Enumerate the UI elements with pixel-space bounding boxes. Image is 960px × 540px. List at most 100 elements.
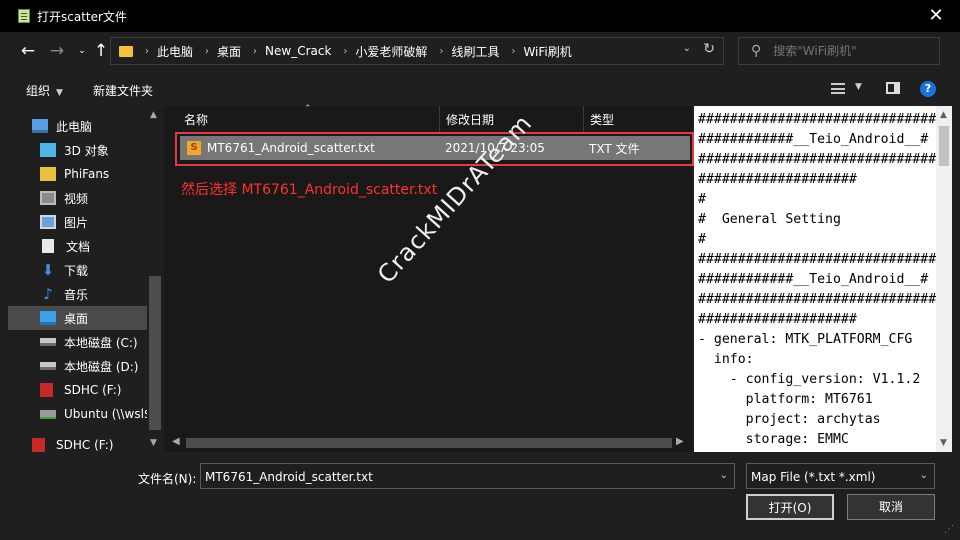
filename-field[interactable]: MT6761_Android_scatter.txt ⌄	[200, 463, 735, 489]
pictures-icon	[40, 215, 56, 229]
sidebar-item-music[interactable]: ♪ 音乐	[8, 282, 148, 306]
scroll-down-icon[interactable]: ▼	[150, 438, 157, 448]
address-bar[interactable]: › 此电脑 › 桌面 › New_Crack › 小爱老师破解 › 线刷工具 ›…	[110, 37, 724, 65]
organize-button[interactable]: 组织 ▼	[26, 82, 63, 99]
sidebar-item-label: 下载	[64, 263, 89, 278]
caret-down-icon[interactable]: ▼	[855, 82, 862, 92]
chevron-right-icon[interactable]: ›	[511, 46, 515, 57]
file-type-value: Map File (*.txt *.xml)	[751, 470, 876, 484]
column-header-name[interactable]: 名称	[164, 106, 440, 132]
download-icon: ⬇	[41, 261, 55, 279]
organize-label: 组织	[26, 84, 51, 98]
resize-grip-icon[interactable]: ⋰	[944, 524, 954, 535]
scroll-right-icon[interactable]: ▶	[676, 436, 684, 447]
view-options-icon[interactable]	[831, 83, 845, 94]
scroll-up-icon[interactable]: ▲	[150, 110, 157, 120]
sidebar-item-label: 视频	[64, 191, 89, 206]
sidebar-item-label: Ubuntu (\\wsl$)	[64, 407, 157, 421]
breadcrumb-item[interactable]: 桌面	[217, 43, 241, 60]
music-icon: ♪	[43, 285, 53, 303]
preview-pane-icon[interactable]	[886, 82, 900, 94]
breadcrumb-item[interactable]: 线刷工具	[451, 43, 499, 60]
horizontal-scrollbar[interactable]: ◀ ▶	[164, 434, 692, 452]
search-input[interactable]	[773, 44, 924, 58]
scrollbar-thumb[interactable]	[939, 126, 949, 166]
sidebar-item-label: 桌面	[64, 311, 89, 326]
chevron-down-icon[interactable]: ⌄	[683, 43, 691, 54]
new-folder-button[interactable]: 新建文件夹	[93, 82, 153, 99]
back-icon[interactable]: ←	[16, 39, 40, 63]
app-icon	[18, 9, 30, 23]
sidebar-item-label: 3D 对象	[64, 143, 109, 158]
file-list: ⌃ 名称 修改日期 类型 S MT6761_Android_scatter.tx…	[164, 104, 694, 452]
scroll-up-icon[interactable]: ▲	[940, 110, 947, 120]
refresh-icon[interactable]: ↻	[703, 41, 715, 57]
navigation-bar: ← → ⌄ ↑ › 此电脑 › 桌面 › New_Crack › 小爱老师破解 …	[0, 32, 960, 70]
scroll-down-icon[interactable]: ▼	[940, 438, 947, 448]
scroll-left-icon[interactable]: ◀	[172, 436, 180, 447]
preview-line: #	[698, 232, 706, 247]
sidebar-item-ubuntu[interactable]: Ubuntu (\\wsl$)	[8, 402, 156, 426]
preview-line: ############__Teio_Android__#	[698, 132, 929, 147]
window-edge	[952, 106, 960, 452]
sidebar-item-label: PhiFans	[64, 167, 110, 181]
preview-line: - config_version: V1.1.2	[698, 372, 921, 387]
breadcrumb-item[interactable]: New_Crack	[265, 44, 331, 58]
scrollbar-thumb[interactable]	[186, 438, 672, 448]
sidebar-item-phifans[interactable]: PhiFans	[8, 162, 148, 186]
help-icon[interactable]: ?	[920, 81, 936, 97]
preview-line: ##############################	[698, 112, 937, 127]
highlight-box	[175, 132, 694, 166]
phifans-icon	[40, 167, 56, 181]
desktop-icon	[40, 311, 56, 325]
folder-icon	[119, 45, 133, 57]
navigation-pane: 此电脑 3D 对象 PhiFans 视频 图片 文档 ⬇ 下载 ♪ 音乐 桌面 本地…	[8, 106, 164, 452]
filename-value: MT6761_Android_scatter.txt	[205, 470, 373, 484]
preview-scrollbar[interactable]: ▲ ▼	[936, 106, 952, 452]
cancel-button[interactable]: 取消	[847, 494, 935, 520]
search-box[interactable]: ⚲	[738, 37, 940, 65]
chevron-down-icon[interactable]: ⌄	[720, 470, 728, 481]
preview-pane: ############################## #########…	[694, 106, 952, 452]
sidebar-item-desktop[interactable]: 桌面	[8, 306, 148, 330]
sidebar-item-videos[interactable]: 视频	[8, 186, 148, 210]
documents-icon	[42, 239, 54, 253]
breadcrumb-item[interactable]: WiFi刷机	[523, 43, 571, 60]
scrollbar-thumb[interactable]	[149, 276, 161, 430]
sidebar-item-documents[interactable]: 文档	[8, 234, 148, 258]
sidebar-item-sdhc[interactable]: SDHC (F:)	[8, 378, 148, 402]
column-header-type[interactable]: 类型	[584, 106, 692, 132]
chevron-down-icon[interactable]: ⌄	[920, 470, 928, 481]
sidebar-item-this-pc[interactable]: 此电脑	[8, 114, 148, 138]
chevron-right-icon[interactable]: ›	[205, 46, 209, 57]
window-title: 打开scatter文件	[37, 9, 127, 24]
close-icon[interactable]: ✕	[926, 6, 946, 26]
sidebar-item-sdhc-root[interactable]: SDHC (F:)	[8, 433, 148, 452]
file-type-select[interactable]: Map File (*.txt *.xml) ⌄	[746, 463, 935, 489]
chevron-right-icon[interactable]: ›	[439, 46, 443, 57]
sidebar-item-drive-d[interactable]: 本地磁盘 (D:)	[8, 354, 148, 378]
sidebar-item-drive-c[interactable]: 本地磁盘 (C:)	[8, 330, 148, 354]
sidebar-item-pictures[interactable]: 图片	[8, 210, 148, 234]
chevron-right-icon[interactable]: ›	[343, 46, 347, 57]
sidebar-item-3d-objects[interactable]: 3D 对象	[8, 138, 148, 162]
sidebar-item-label: 音乐	[64, 287, 89, 302]
drive-icon	[40, 362, 56, 370]
forward-icon[interactable]: →	[45, 39, 69, 63]
open-button[interactable]: 打开(O)	[746, 494, 834, 520]
sd-card-icon	[40, 383, 53, 397]
preview-line: storage: EMMC	[698, 432, 849, 447]
network-drive-icon	[40, 409, 56, 419]
breadcrumb-item[interactable]: 小爱老师破解	[355, 43, 427, 60]
title-bar: 打开scatter文件 ✕	[0, 0, 960, 32]
sidebar-item-label: 此电脑	[56, 119, 93, 134]
drive-icon	[40, 338, 56, 346]
breadcrumb-item[interactable]: 此电脑	[157, 43, 193, 60]
preview-line: ####################	[698, 312, 857, 327]
preview-line: ####################	[698, 172, 857, 187]
sidebar-scrollbar[interactable]: ▲ ▼	[147, 106, 163, 452]
sidebar-item-downloads[interactable]: ⬇ 下载	[8, 258, 148, 282]
chevron-right-icon[interactable]: ›	[253, 46, 257, 57]
instruction-annotation: 然后选择 MT6761_Android_scatter.txt	[181, 182, 438, 198]
preview-line: info:	[698, 352, 754, 367]
